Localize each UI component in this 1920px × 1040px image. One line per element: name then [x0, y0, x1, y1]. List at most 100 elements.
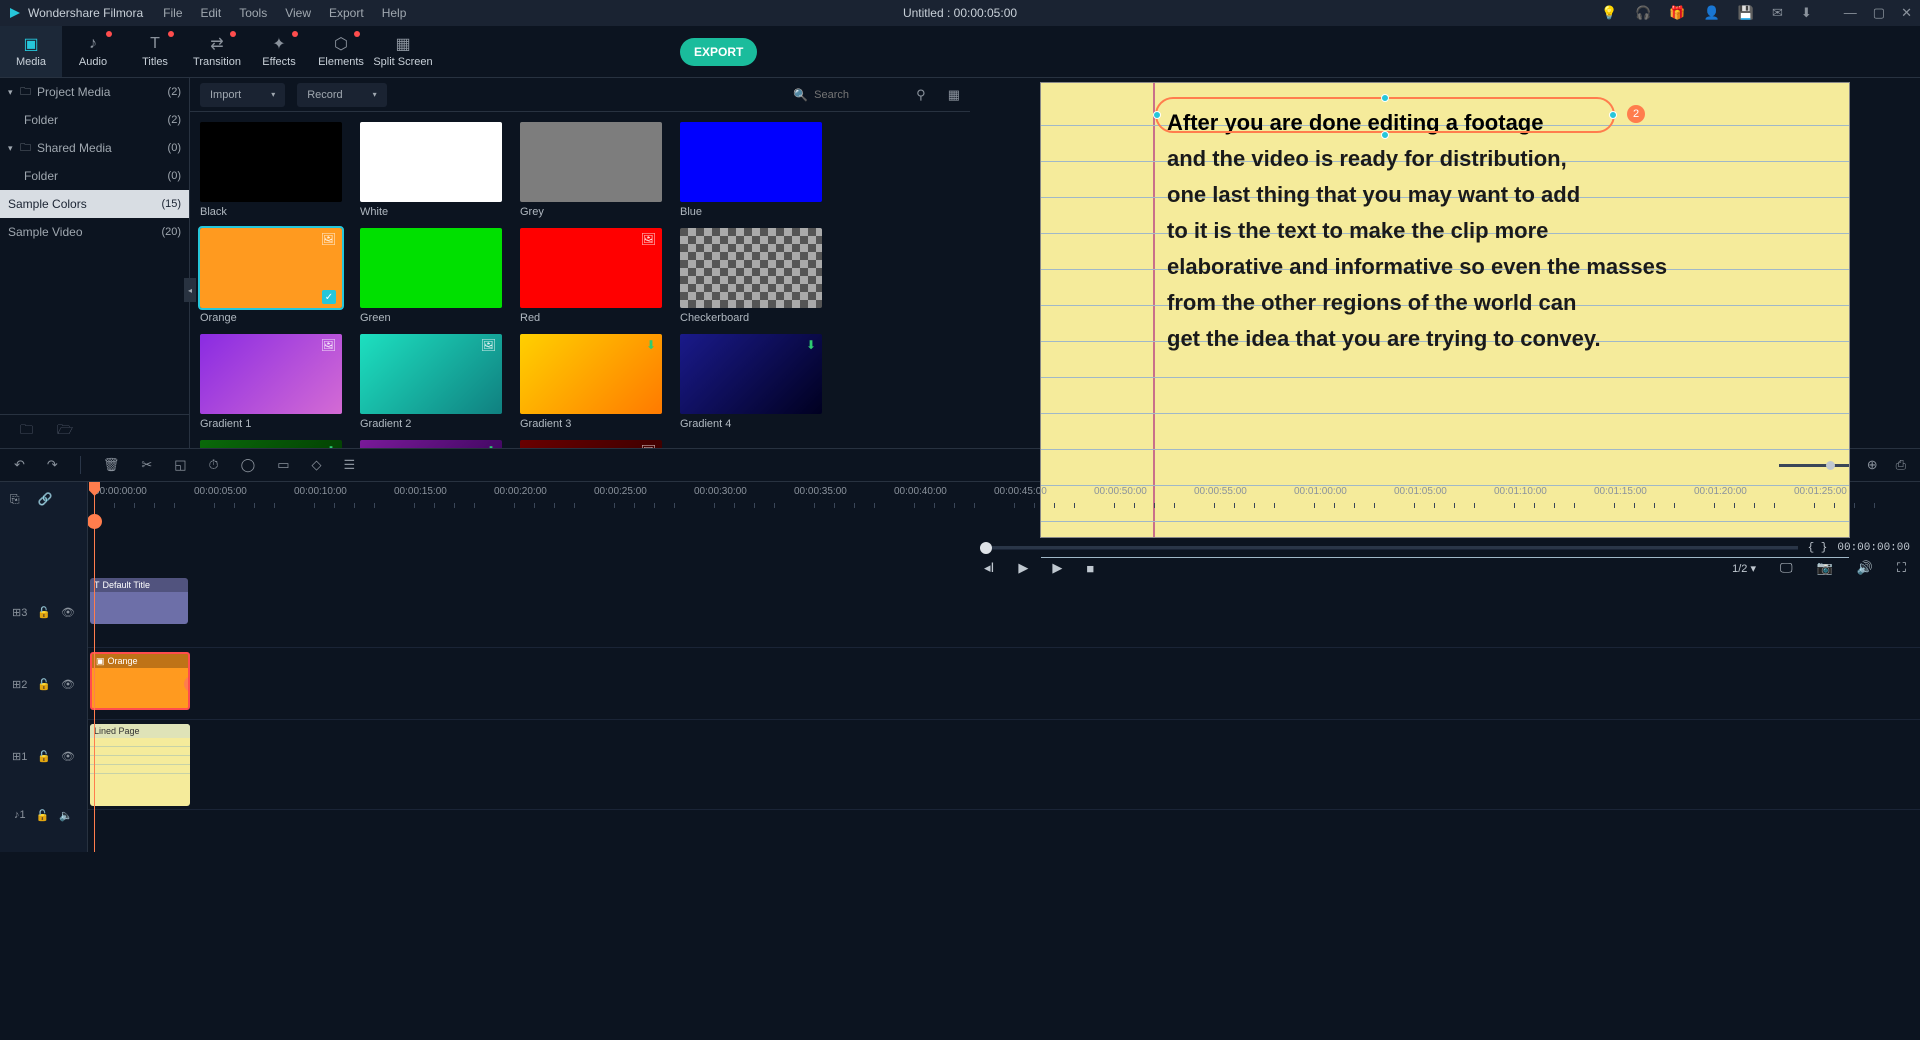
- menu-tools[interactable]: Tools: [239, 6, 267, 20]
- menu-help[interactable]: Help: [382, 6, 407, 20]
- support-icon[interactable]: 🎧: [1635, 5, 1651, 21]
- resize-handle[interactable]: [1381, 94, 1389, 102]
- crop-icon[interactable]: ◱: [174, 457, 186, 473]
- track-link-icon[interactable]: 🔗: [38, 492, 53, 506]
- tips-icon[interactable]: 💡: [1601, 5, 1617, 21]
- track-header-a1[interactable]: ♪1🔓🔈: [0, 792, 87, 838]
- tab-splitscreen[interactable]: ▦Split Screen: [372, 26, 434, 77]
- lock-icon[interactable]: 🔓: [37, 678, 51, 691]
- tab-transition[interactable]: ⇄Transition: [186, 26, 248, 77]
- swatch-Orange[interactable]: 🖼✓Orange: [200, 228, 342, 324]
- track-header-3[interactable]: ⊞3🔓👁: [0, 576, 87, 648]
- record-dropdown[interactable]: Record▾: [297, 83, 386, 107]
- swatch-Gradient 4[interactable]: ⬇Gradient 4: [680, 334, 822, 430]
- track-1[interactable]: Lined Page: [88, 720, 1920, 810]
- colorwheel-icon[interactable]: ◯: [241, 457, 256, 473]
- menu-view[interactable]: View: [285, 6, 311, 20]
- tab-titles[interactable]: TTitles: [124, 26, 186, 77]
- zoom-slider[interactable]: [1779, 464, 1849, 467]
- gift-icon[interactable]: 🎁: [1669, 5, 1685, 21]
- clip-orange[interactable]: ▣Orange 1: [90, 652, 190, 710]
- resize-handle[interactable]: [1153, 111, 1161, 119]
- swatch-Gradient 3[interactable]: ⬇Gradient 3: [520, 334, 662, 430]
- export-button[interactable]: EXPORT: [680, 38, 757, 66]
- cut-icon[interactable]: ✂: [141, 457, 152, 473]
- fit-icon[interactable]: ⎙: [1896, 457, 1906, 473]
- sidebar-shared-media[interactable]: ▾🗀Shared Media(0): [0, 134, 189, 162]
- playhead[interactable]: [94, 482, 95, 852]
- list-icon[interactable]: ☰: [344, 457, 356, 473]
- keyframe-icon[interactable]: ◇: [312, 457, 322, 473]
- tab-elements[interactable]: ⬡Elements: [310, 26, 372, 77]
- import-dropdown[interactable]: Import▾: [200, 83, 285, 107]
- new-folder-icon[interactable]: 🗁: [57, 421, 73, 443]
- eye-icon[interactable]: 👁: [61, 606, 75, 619]
- undo-icon[interactable]: ↶: [14, 457, 25, 473]
- sidebar-folder-2[interactable]: Folder(0): [0, 162, 189, 190]
- redo-icon[interactable]: ↷: [47, 457, 58, 473]
- clip-lined-page[interactable]: Lined Page: [90, 724, 190, 806]
- swatch-Blue[interactable]: Blue: [680, 122, 822, 218]
- filter-icon[interactable]: ⚲: [916, 87, 926, 103]
- mute-icon[interactable]: 🔈: [59, 809, 73, 822]
- search-input[interactable]: [814, 89, 894, 101]
- swatch-Grey[interactable]: Grey: [520, 122, 662, 218]
- download-icon[interactable]: ⬇: [1801, 5, 1812, 21]
- account-icon[interactable]: 👤: [1704, 5, 1720, 21]
- message-icon[interactable]: ✉: [1772, 5, 1783, 21]
- menu-bar: File Edit Tools View Export Help: [163, 6, 406, 20]
- swatch-12[interactable]: ⬇: [200, 440, 342, 448]
- swatch-name: Gradient 3: [520, 418, 662, 430]
- close-icon[interactable]: ✕: [1901, 5, 1912, 21]
- minimize-icon[interactable]: —: [1844, 5, 1857, 21]
- sidebar-sample-colors[interactable]: Sample Colors(15): [0, 190, 189, 218]
- swatch-Green[interactable]: Green: [360, 228, 502, 324]
- menu-edit[interactable]: Edit: [201, 6, 222, 20]
- sidebar-project-media[interactable]: ▾🗀Project Media(2): [0, 78, 189, 106]
- greenscreen-icon[interactable]: ▭: [277, 457, 289, 473]
- menu-file[interactable]: File: [163, 6, 182, 20]
- track-2[interactable]: ▣Orange 1: [88, 648, 1920, 720]
- maximize-icon[interactable]: ▢: [1873, 5, 1885, 21]
- lock-icon[interactable]: 🔓: [37, 606, 51, 619]
- tab-effects[interactable]: ✦Effects: [248, 26, 310, 77]
- swatch-14[interactable]: 🖼: [520, 440, 662, 448]
- swatch-13[interactable]: ⬇: [360, 440, 502, 448]
- sidebar-folder-1[interactable]: Folder(2): [0, 106, 189, 134]
- preview-text-line: get the idea that you are trying to conv…: [1167, 321, 1667, 357]
- delete-icon[interactable]: 🗑: [103, 457, 120, 473]
- track-header-1[interactable]: ⊞1🔓👁: [0, 720, 87, 792]
- lock-icon[interactable]: 🔓: [36, 809, 50, 822]
- resize-handle[interactable]: [1609, 111, 1617, 119]
- eye-icon[interactable]: 👁: [61, 750, 75, 763]
- menu-export[interactable]: Export: [329, 6, 364, 20]
- track-audio-1[interactable]: [88, 810, 1920, 852]
- sidebar-count: (15): [161, 198, 181, 210]
- grid-view-icon[interactable]: ▦: [948, 87, 960, 103]
- swatch-Gradient 2[interactable]: 🖼Gradient 2: [360, 334, 502, 430]
- timeline-ruler[interactable]: 00:00:00:0000:00:05:0000:00:10:0000:00:1…: [88, 482, 1920, 510]
- eye-icon[interactable]: 👁: [61, 678, 75, 691]
- swatch-Black[interactable]: Black: [200, 122, 342, 218]
- track-header-2[interactable]: ⊞2🔓👁: [0, 648, 87, 720]
- tab-media[interactable]: ▣Media: [0, 26, 62, 77]
- swatch-Gradient 1[interactable]: 🖼Gradient 1: [200, 334, 342, 430]
- tab-audio[interactable]: ♪Audio: [62, 26, 124, 77]
- search-box[interactable]: 🔍: [793, 88, 894, 102]
- track-pin-icon[interactable]: ⎘: [10, 492, 20, 507]
- speed-icon[interactable]: ⏱: [209, 457, 219, 473]
- preview-canvas[interactable]: After you are done editing a footageand …: [1040, 82, 1850, 538]
- collapse-sidebar-icon[interactable]: ◂: [184, 278, 196, 302]
- lock-icon[interactable]: 🔓: [37, 750, 51, 763]
- clip-default-title[interactable]: TDefault Title: [90, 578, 188, 624]
- zoom-in-icon[interactable]: ⊕: [1867, 457, 1878, 473]
- swatch-Checkerboard[interactable]: Checkerboard: [680, 228, 822, 324]
- open-folder-icon[interactable]: 🗀: [20, 421, 33, 443]
- image-icon: 🖼: [321, 338, 336, 352]
- track-3[interactable]: TDefault Title: [88, 576, 1920, 648]
- swatch-Red[interactable]: 🖼Red: [520, 228, 662, 324]
- swatch-White[interactable]: White: [360, 122, 502, 218]
- save-icon[interactable]: 💾: [1738, 5, 1754, 21]
- sidebar-sample-video[interactable]: Sample Video(20): [0, 218, 189, 246]
- resize-handle[interactable]: [1381, 131, 1389, 139]
